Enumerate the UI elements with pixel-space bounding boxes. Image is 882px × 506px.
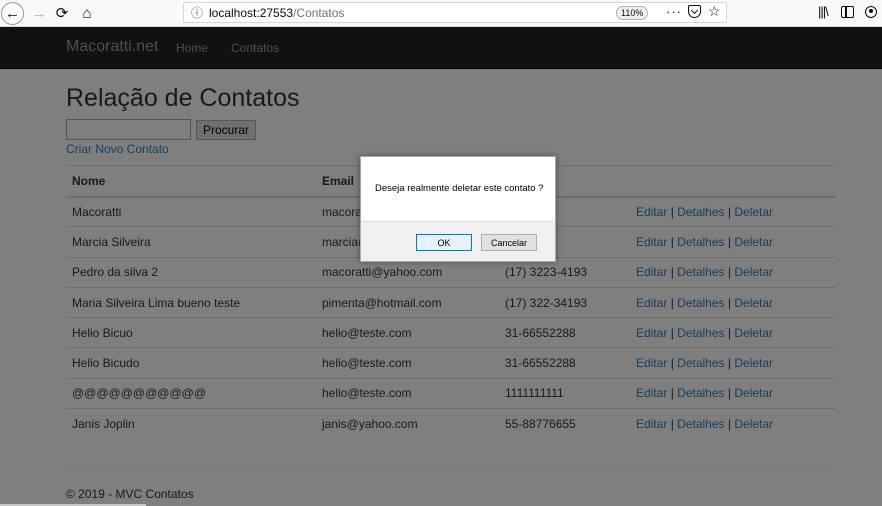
- back-icon[interactable]: ←: [1, 2, 24, 25]
- ok-button[interactable]: OK: [416, 234, 472, 251]
- reload-icon[interactable]: ⟳: [51, 2, 73, 24]
- account-icon[interactable]: [865, 6, 877, 18]
- modal-backdrop: [0, 27, 882, 506]
- cancel-button[interactable]: Cancelar: [481, 234, 537, 251]
- url-text[interactable]: localhost:27553/Contatos: [209, 6, 344, 20]
- pocket-icon[interactable]: [688, 5, 701, 18]
- sidebar-icon[interactable]: [841, 6, 854, 18]
- page-actions-icon[interactable]: ···: [666, 4, 682, 19]
- url-bar[interactable]: ⓘ localhost:27553/Contatos 110% ··· ☆: [183, 2, 727, 23]
- dialog-footer: OK Cancelar: [361, 221, 555, 261]
- forward-icon[interactable]: →: [28, 2, 50, 24]
- confirm-dialog: Deseja realmente deletar este contato ? …: [360, 156, 556, 262]
- dialog-message: Deseja realmente deletar este contato ?: [375, 183, 544, 194]
- zoom-level-badge[interactable]: 110%: [616, 6, 649, 20]
- browser-toolbar: ← → ⟳ ⌂ ⓘ localhost:27553/Contatos 110% …: [0, 0, 882, 27]
- bookmark-star-icon[interactable]: ☆: [708, 3, 721, 20]
- home-icon[interactable]: ⌂: [76, 2, 98, 24]
- info-icon[interactable]: ⓘ: [191, 4, 203, 21]
- library-icon[interactable]: |||\: [818, 4, 829, 19]
